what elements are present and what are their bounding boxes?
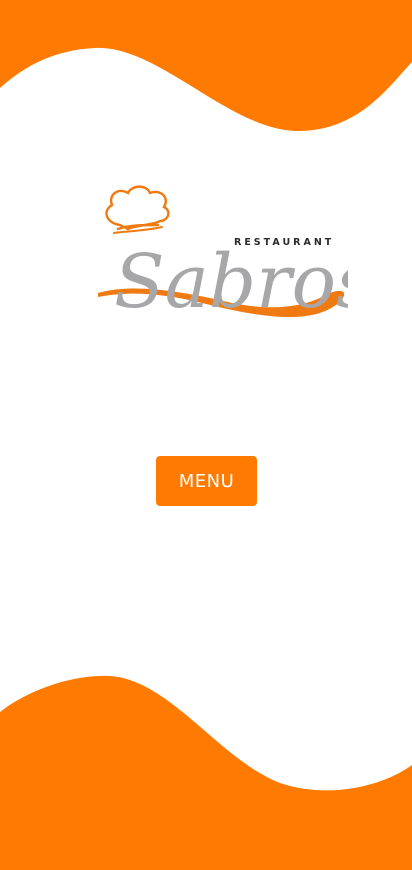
top-wave-decoration — [0, 0, 412, 132]
menu-button-label: MENU — [178, 470, 235, 492]
top-wave-shape — [0, 0, 412, 132]
logo-restaurant-text: RESTAURANT — [234, 237, 334, 248]
bottom-wave-shape — [0, 675, 412, 870]
splash-screen: Sabroso RESTAURANT MENU — [0, 0, 412, 870]
logo-script-text: Sabroso — [114, 239, 348, 325]
chef-hat-icon — [105, 185, 170, 231]
restaurant-logo: Sabroso RESTAURANT — [92, 185, 348, 330]
logo-graphic: Sabroso RESTAURANT — [98, 185, 348, 325]
bottom-wave-decoration — [0, 675, 412, 870]
menu-button[interactable]: MENU — [156, 456, 257, 506]
